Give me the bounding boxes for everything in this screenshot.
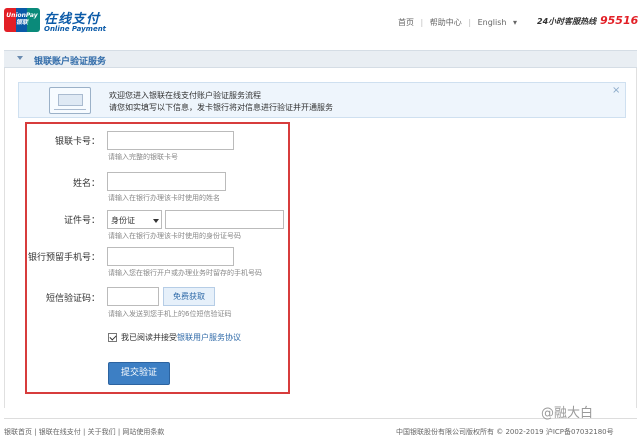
footer-links[interactable]: 银联首页 | 银联在线支付 | 关于我们 | 网站使用条款: [4, 427, 164, 437]
section-bar[interactable]: 银联账户验证服务: [4, 50, 637, 68]
id-hint: 请输入在银行办理该卡时使用的身份证号码: [108, 232, 241, 240]
id-number-input[interactable]: [165, 210, 284, 229]
agreement-link[interactable]: 银联用户服务协议: [177, 333, 241, 342]
chevron-down-icon: [153, 219, 159, 223]
nav-separator: |: [468, 18, 472, 27]
sms-code-label: 短信验证码：: [45, 294, 100, 304]
sms-code-input[interactable]: [107, 287, 159, 306]
card-number-label: 银联卡号：: [54, 137, 100, 147]
nav-english-link[interactable]: English: [478, 18, 507, 27]
card-number-hint: 请输入完整的银联卡号: [108, 153, 178, 161]
collapse-arrow-icon[interactable]: [17, 56, 23, 60]
name-label: 姓名：: [72, 179, 100, 189]
name-input[interactable]: [107, 172, 226, 191]
hotline-label: 24小时客服热线: [537, 17, 597, 26]
top-nav: 首页 | 帮助中心 | English ▾: [398, 17, 521, 28]
agreement-text: 我已阅读并接受银联用户服务协议: [121, 333, 241, 342]
phone-input[interactable]: [107, 247, 234, 266]
nav-help-link[interactable]: 帮助中心: [430, 18, 462, 27]
sms-code-hint: 请输入发送到您手机上的6位短信验证码: [108, 310, 232, 318]
unionpay-logo-icon[interactable]: UnionPay 银联: [4, 8, 40, 32]
chevron-down-icon[interactable]: ▾: [513, 18, 517, 27]
hotline-number: 95516: [600, 14, 639, 27]
nav-home-link[interactable]: 首页: [398, 18, 414, 27]
submit-verify-button[interactable]: 提交验证: [108, 362, 170, 385]
phone-label: 银行预留手机号：: [28, 253, 101, 263]
card-number-input[interactable]: [107, 131, 234, 150]
notice-line-2: 请您如实填写以下信息，发卡银行将对信息进行验证并开通服务: [109, 103, 333, 112]
close-icon[interactable]: ×: [612, 85, 620, 96]
footer-copyright: 中国银联股份有限公司版权所有 © 2002-2019 沪ICP备07032180…: [396, 428, 614, 436]
id-type-select[interactable]: 身份证: [107, 210, 162, 229]
logo-text: UnionPay 银联: [6, 12, 38, 26]
id-label: 证件号：: [63, 216, 100, 226]
watermark-text: @融大白: [541, 406, 594, 421]
name-hint: 请输入在银行办理该卡时使用的姓名: [108, 194, 220, 202]
section-title: 银联账户验证服务: [34, 57, 107, 67]
notice-banner: 欢迎您进入银联在线支付账户验证服务流程 请您如实填写以下信息，发卡银行将对信息进…: [18, 82, 626, 118]
card-illustration-icon: [49, 87, 91, 114]
agreement-checkbox[interactable]: [108, 333, 117, 342]
notice-line-1: 欢迎您进入银联在线支付账户验证服务流程: [109, 91, 261, 100]
id-type-value: 身份证: [111, 216, 135, 225]
get-sms-code-button[interactable]: 免费获取: [163, 287, 215, 306]
site-subtitle: Online Payment: [44, 25, 107, 33]
phone-hint: 请输入您在银行开户或办理业务时留存的手机号码: [108, 269, 262, 277]
agreement-row: 我已阅读并接受银联用户服务协议: [108, 332, 253, 344]
header: UnionPay 银联 在线支付 Online Payment 首页 | 帮助中…: [0, 0, 641, 42]
nav-separator: |: [420, 18, 424, 27]
